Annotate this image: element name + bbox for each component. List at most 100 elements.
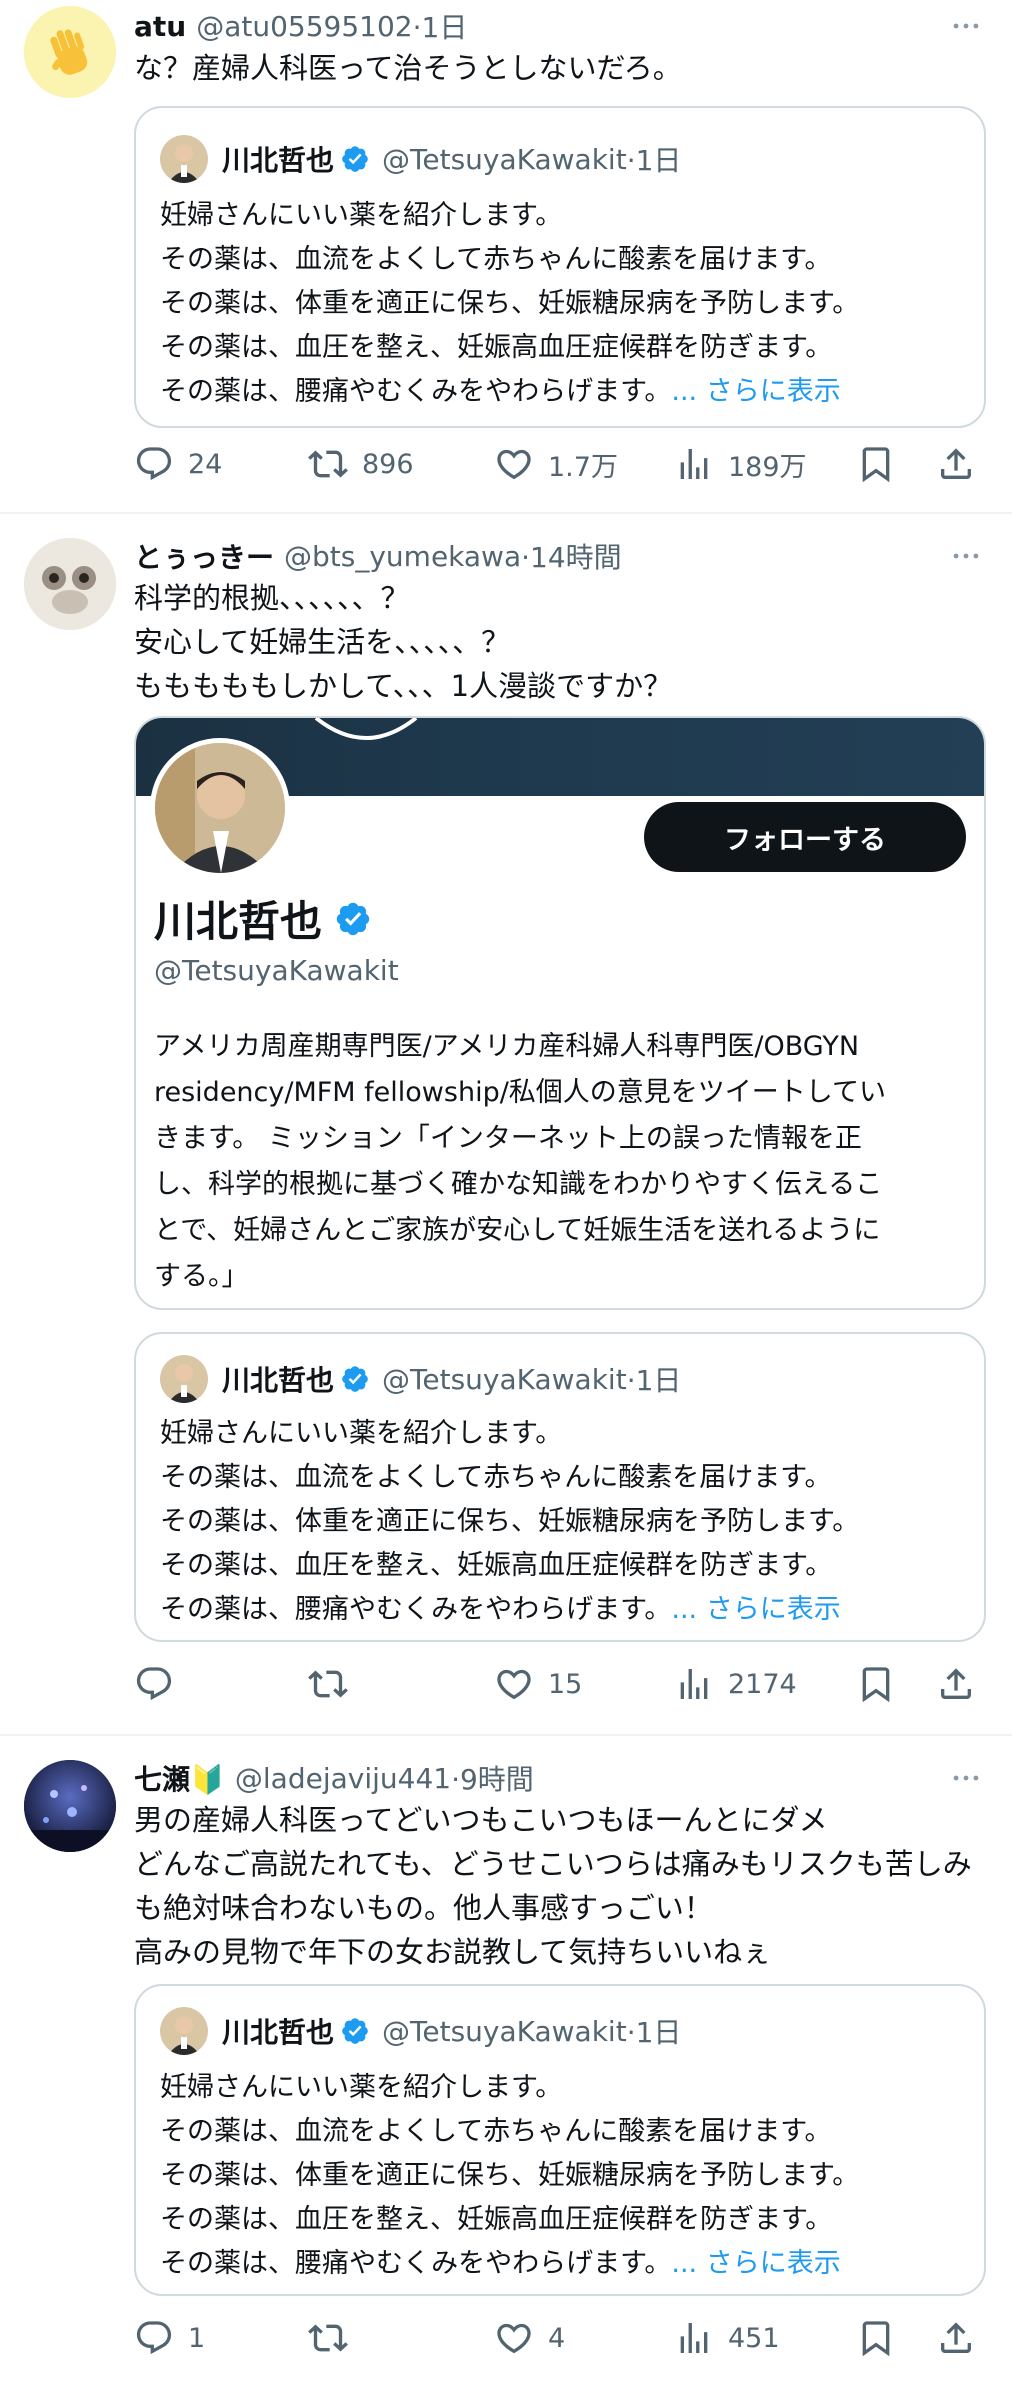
views-count: 189万	[728, 451, 807, 483]
show-more-link[interactable]: ... さらに表示	[671, 376, 840, 407]
retweet-count: 896	[362, 448, 414, 480]
quote-author-handle: @TetsuyaKawakit	[382, 2014, 627, 2048]
tweet[interactable]: 七瀬🔰 @ladejaviju441 ·9時間 男の産婦人科医ってどいつもこいつ…	[0, 1736, 1012, 2396]
like-button[interactable]: 15	[494, 1654, 582, 1714]
quote-author-name: 川北哲也	[222, 2016, 335, 2049]
retweet-icon	[308, 2318, 348, 2358]
bookmark-button[interactable]	[856, 2308, 910, 2368]
show-more-link[interactable]: ... さらに表示	[671, 1594, 840, 1625]
retweet-button[interactable]	[308, 2308, 362, 2368]
reply-button[interactable]	[134, 1654, 188, 1714]
like-button[interactable]: 4	[494, 2308, 565, 2368]
more-icon[interactable]	[946, 536, 986, 576]
quote-header: 川北哲也 @TetsuyaKawakit ·1日	[160, 2006, 681, 2056]
quote-text: 妊婦さんにいい薬を紹介します。 その薬は、血流をよくして赤ちゃんに酸素を届けます…	[160, 200, 860, 407]
views-icon	[674, 2318, 714, 2358]
share-icon	[936, 2318, 976, 2358]
bookmark-icon	[856, 2318, 896, 2358]
bookmark-button[interactable]	[856, 1654, 910, 1714]
share-button[interactable]	[936, 1654, 990, 1714]
views-count: 451	[728, 2322, 780, 2354]
author-handle[interactable]: @bts_yumekawa	[284, 540, 521, 573]
like-count: 4	[548, 2322, 566, 2354]
bookmark-icon	[856, 444, 896, 484]
avatar-image	[24, 538, 116, 630]
reply-count: 1	[188, 2322, 206, 2354]
retweet-icon	[308, 1664, 348, 1704]
quote-header: 川北哲也 @TetsuyaKawakit ·1日	[160, 134, 681, 184]
retweet-icon	[308, 444, 348, 484]
profile-name: 川北哲也	[154, 888, 384, 949]
quote-time: ·1日	[626, 1364, 682, 1397]
tweet-header: とぅっきー @bts_yumekawa ·14時間	[134, 534, 622, 578]
action-bar: 24 896 1.7万 189万	[134, 434, 994, 494]
action-bar: 15 2174	[134, 1654, 994, 1714]
tweet-text: 男の産婦人科医ってどいつもこいつもほーんとにダメ どんなご高説たれても、どうせこ…	[134, 1803, 972, 1969]
quote-text: 妊婦さんにいい薬を紹介します。 その薬は、血流をよくして赤ちゃんに酸素を届けます…	[160, 2072, 860, 2279]
share-icon	[936, 444, 976, 484]
bookmark-button[interactable]	[856, 434, 910, 494]
quote-author-handle: @TetsuyaKawakit	[382, 142, 627, 176]
quote-author-name: 川北哲也	[222, 1364, 335, 1397]
tweet[interactable]: atu @atu05595102 ·1日 な？産婦人科医って治そうとしないだろ。…	[0, 0, 1012, 510]
like-icon	[494, 2318, 534, 2358]
verified-icon	[340, 2016, 370, 2046]
quote-time: ·1日	[626, 144, 682, 177]
views-icon	[674, 1664, 714, 1704]
verified-icon	[334, 900, 372, 938]
show-more-link[interactable]: ... さらに表示	[671, 2248, 840, 2279]
waving-hand-icon	[24, 6, 116, 98]
avatar[interactable]	[24, 1760, 116, 1852]
share-button[interactable]	[936, 2308, 990, 2368]
tweet[interactable]: とぅっきー @bts_yumekawa ·14時間 科学的根拠、、、、、、？ 安…	[0, 514, 1012, 1732]
quote-header: 川北哲也 @TetsuyaKawakit ·1日	[160, 1354, 681, 1404]
quoted-tweet[interactable]: 川北哲也 @TetsuyaKawakit ·1日 妊婦さんにいい薬を紹介します。…	[134, 1332, 986, 1642]
like-count: 1.7万	[548, 451, 618, 483]
reply-count: 24	[188, 448, 223, 480]
quote-author-handle: @TetsuyaKawakit	[382, 1362, 627, 1396]
tweet-header: atu @atu05595102 ·1日	[134, 4, 467, 48]
profile-card[interactable]: フォローする 川北哲也 @TetsuyaKawakit アメリカ周産期専門医/ア…	[134, 716, 986, 1310]
like-icon	[494, 1664, 534, 1704]
profile-avatar[interactable]	[150, 738, 290, 878]
verified-icon	[340, 1364, 370, 1394]
author-name[interactable]: atu	[134, 10, 186, 43]
reply-button[interactable]: 24	[134, 434, 222, 494]
author-name[interactable]: 七瀬🔰	[134, 1758, 225, 1798]
reply-icon	[134, 444, 174, 484]
retweet-button[interactable]	[308, 1654, 362, 1714]
quoted-tweet[interactable]: 川北哲也 @TetsuyaKawakit ·1日 妊婦さんにいい薬を紹介します。…	[134, 106, 986, 428]
author-name[interactable]: とぅっきー	[134, 536, 274, 576]
avatar[interactable]	[24, 6, 116, 98]
profile-handle: @TetsuyaKawakit	[154, 954, 399, 987]
profile-name-text: 川北哲也	[154, 897, 323, 946]
views-button[interactable]: 2174	[674, 1654, 797, 1714]
avatar-image	[24, 1760, 116, 1852]
quoted-tweet[interactable]: 川北哲也 @TetsuyaKawakit ·1日 妊婦さんにいい薬を紹介します。…	[134, 1984, 986, 2296]
tweet-time[interactable]: ·1日	[413, 6, 468, 46]
avatar[interactable]	[24, 538, 116, 630]
quote-avatar	[160, 1355, 208, 1403]
quote-avatar	[160, 2007, 208, 2055]
tweet-time[interactable]: ·14時間	[521, 536, 622, 576]
share-icon	[936, 1664, 976, 1704]
views-button[interactable]: 451	[674, 2308, 780, 2368]
retweet-button[interactable]: 896	[308, 434, 414, 494]
reply-icon	[134, 2318, 174, 2358]
reply-button[interactable]: 1	[134, 2308, 205, 2368]
tweet-time[interactable]: ·9時間	[451, 1758, 534, 1798]
like-button[interactable]: 1.7万	[494, 434, 618, 494]
more-icon[interactable]	[946, 6, 986, 46]
views-button[interactable]: 189万	[674, 434, 807, 494]
author-handle[interactable]: @atu05595102	[196, 10, 412, 43]
quote-avatar	[160, 135, 208, 183]
more-icon[interactable]	[946, 1758, 986, 1798]
like-count: 15	[548, 1668, 583, 1700]
tweet-text: な？産婦人科医って治そうとしないだろ。	[134, 51, 682, 85]
action-bar: 1 4 451	[134, 2308, 994, 2368]
quote-time: ·1日	[626, 2016, 682, 2049]
follow-button[interactable]: フォローする	[644, 802, 966, 872]
share-button[interactable]	[936, 434, 990, 494]
author-handle[interactable]: @ladejaviju441	[235, 1762, 451, 1795]
verified-icon	[340, 144, 370, 174]
